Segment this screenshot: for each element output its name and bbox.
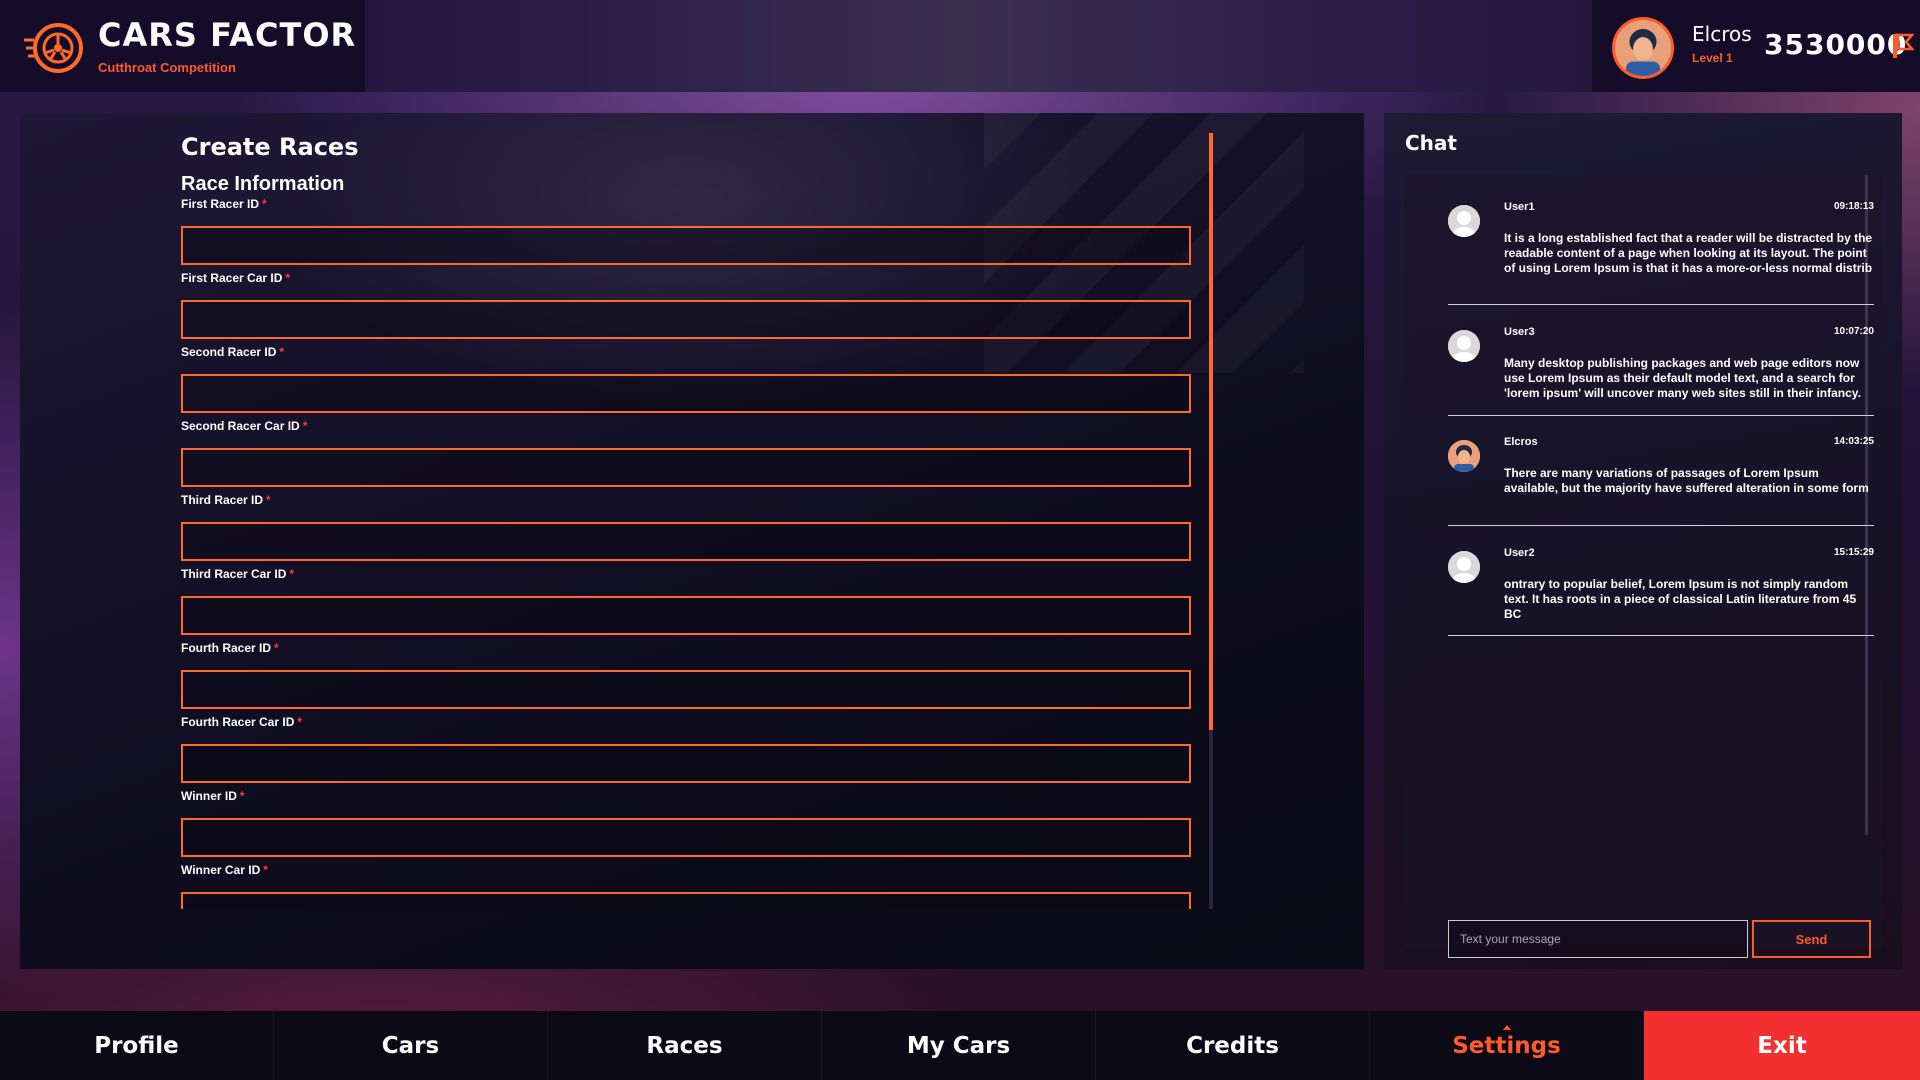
field-first-racer-car-id: First Racer Car ID * (181, 271, 1191, 339)
chat-message: User3 10:07:20 Many desktop publishing p… (1448, 326, 1874, 416)
required-marker: * (285, 271, 291, 285)
field-first-racer-id: First Racer ID * (181, 197, 1191, 265)
chat-message: User1 09:18:13 It is a long established … (1448, 201, 1874, 305)
section-title: Race Information (181, 173, 345, 195)
third-racer-id-input[interactable] (181, 522, 1191, 561)
message-time: 10:07:20 (1833, 326, 1874, 337)
message-time: 09:18:13 (1833, 201, 1874, 212)
field-label: Fourth Racer Car ID * (181, 715, 303, 729)
nav-exit[interactable]: Exit (1644, 1011, 1920, 1080)
nav-races[interactable]: Races (548, 1011, 822, 1080)
field-third-racer-id: Third Racer ID * (181, 493, 1191, 561)
message-text: Many desktop publishing packages and web… (1504, 356, 1861, 400)
chat-box: User1 09:18:13 It is a long established … (1404, 175, 1882, 958)
message-author: User1 (1504, 201, 1535, 213)
default-avatar-icon (1448, 551, 1480, 583)
credits-balance: 3530000 (1764, 28, 1908, 61)
top-bar: CARS FACTOR Cutthroat Competition Elcros… (0, 0, 1920, 92)
message-text: There are many variations of passages of… (1504, 466, 1869, 495)
nav-cars[interactable]: Cars (274, 1011, 548, 1080)
field-label: Second Racer Car ID * (181, 419, 308, 433)
message-time: 14:03:25 (1833, 436, 1874, 447)
page-title: Create Races (181, 133, 359, 161)
third-racer-car-id-input[interactable] (181, 596, 1191, 635)
required-marker: * (239, 789, 245, 803)
chat-title: Chat (1405, 131, 1457, 155)
chat-message: User2 15:15:29 ontrary to popular belief… (1448, 547, 1874, 636)
nav-credits[interactable]: Credits (1096, 1011, 1370, 1080)
field-third-racer-car-id: Third Racer Car ID * (181, 567, 1191, 635)
field-label: Winner Car ID * (181, 863, 268, 877)
required-marker: * (297, 715, 303, 729)
brand-title: CARS FACTOR (98, 16, 357, 54)
required-marker: * (279, 345, 285, 359)
required-marker: * (289, 567, 295, 581)
field-fourth-racer-car-id: Fourth Racer Car ID * (181, 715, 1191, 783)
race-form: First Racer ID * First Racer Car ID * Seco… (181, 197, 1191, 909)
fourth-racer-car-id-input[interactable] (181, 744, 1191, 783)
chat-panel: Chat User1 09:18:13 It is a long establi… (1384, 113, 1902, 969)
field-label: Third Racer ID * (181, 493, 271, 507)
winner-car-id-input[interactable] (181, 892, 1191, 909)
default-avatar-icon (1448, 205, 1480, 237)
required-marker: * (263, 863, 268, 877)
field-label: Second Racer ID * (181, 345, 285, 359)
nav-my-cars[interactable]: My Cars (822, 1011, 1096, 1080)
chat-message: Elcros 14:03:25 There are many variation… (1448, 436, 1874, 526)
default-avatar-icon (1448, 330, 1480, 362)
field-label: First Racer Car ID * (181, 271, 291, 285)
first-racer-id-input[interactable] (181, 226, 1191, 265)
nav-settings[interactable]: Settings (1370, 1011, 1644, 1080)
field-second-racer-id: Second Racer ID * (181, 345, 1191, 413)
user-photo-avatar (1448, 440, 1480, 472)
winner-id-input[interactable] (181, 818, 1191, 857)
field-winner-id: Winner ID * (181, 789, 1191, 857)
bottom-nav: Profile Cars Races My Cars Credits Setti… (0, 1011, 1920, 1080)
second-racer-car-id-input[interactable] (181, 448, 1191, 487)
fourth-racer-id-input[interactable] (181, 670, 1191, 709)
user-name: Elcros (1692, 22, 1752, 46)
field-label: First Racer ID * (181, 197, 267, 211)
nav-profile[interactable]: Profile (0, 1011, 274, 1080)
wheel-logo-icon (24, 23, 83, 73)
field-label: Winner ID * (181, 789, 245, 803)
credits-flag-icon (1893, 33, 1914, 58)
required-marker: * (302, 419, 308, 433)
chat-message-input[interactable] (1448, 920, 1748, 958)
message-text: It is a long established fact that a rea… (1504, 231, 1873, 275)
field-label: Third Racer Car ID * (181, 567, 295, 581)
brand-block[interactable]: CARS FACTOR Cutthroat Competition (0, 0, 365, 92)
user-level: Level 1 (1692, 51, 1733, 65)
required-marker: * (266, 493, 271, 507)
form-scrollbar[interactable] (1209, 133, 1213, 909)
message-author: User2 (1504, 547, 1535, 559)
field-second-racer-car-id: Second Racer Car ID * (181, 419, 1191, 487)
field-fourth-racer-id: Fourth Racer ID * (181, 641, 1191, 709)
message-author: Elcros (1504, 436, 1538, 448)
field-winner-car-id: Winner Car ID * (181, 863, 1191, 909)
user-photo-avatar (1615, 20, 1671, 76)
create-races-panel: Create Races Race Information First Race… (20, 113, 1364, 969)
message-text: ontrary to popular belief, Lorem Ipsum i… (1504, 577, 1857, 621)
send-button[interactable]: Send (1752, 920, 1871, 958)
second-racer-id-input[interactable] (181, 374, 1191, 413)
avatar[interactable] (1612, 17, 1674, 79)
message-author: User3 (1504, 326, 1535, 338)
brand-subtitle: Cutthroat Competition (98, 60, 236, 75)
field-label: Fourth Racer ID * (181, 641, 279, 655)
form-scrollbar-thumb[interactable] (1209, 133, 1213, 730)
required-marker: * (274, 641, 279, 655)
message-time: 15:15:29 (1833, 547, 1874, 558)
first-racer-car-id-input[interactable] (181, 300, 1191, 339)
required-marker: * (262, 197, 267, 211)
user-box[interactable]: Elcros Level 1 3530000 (1592, 0, 1920, 92)
